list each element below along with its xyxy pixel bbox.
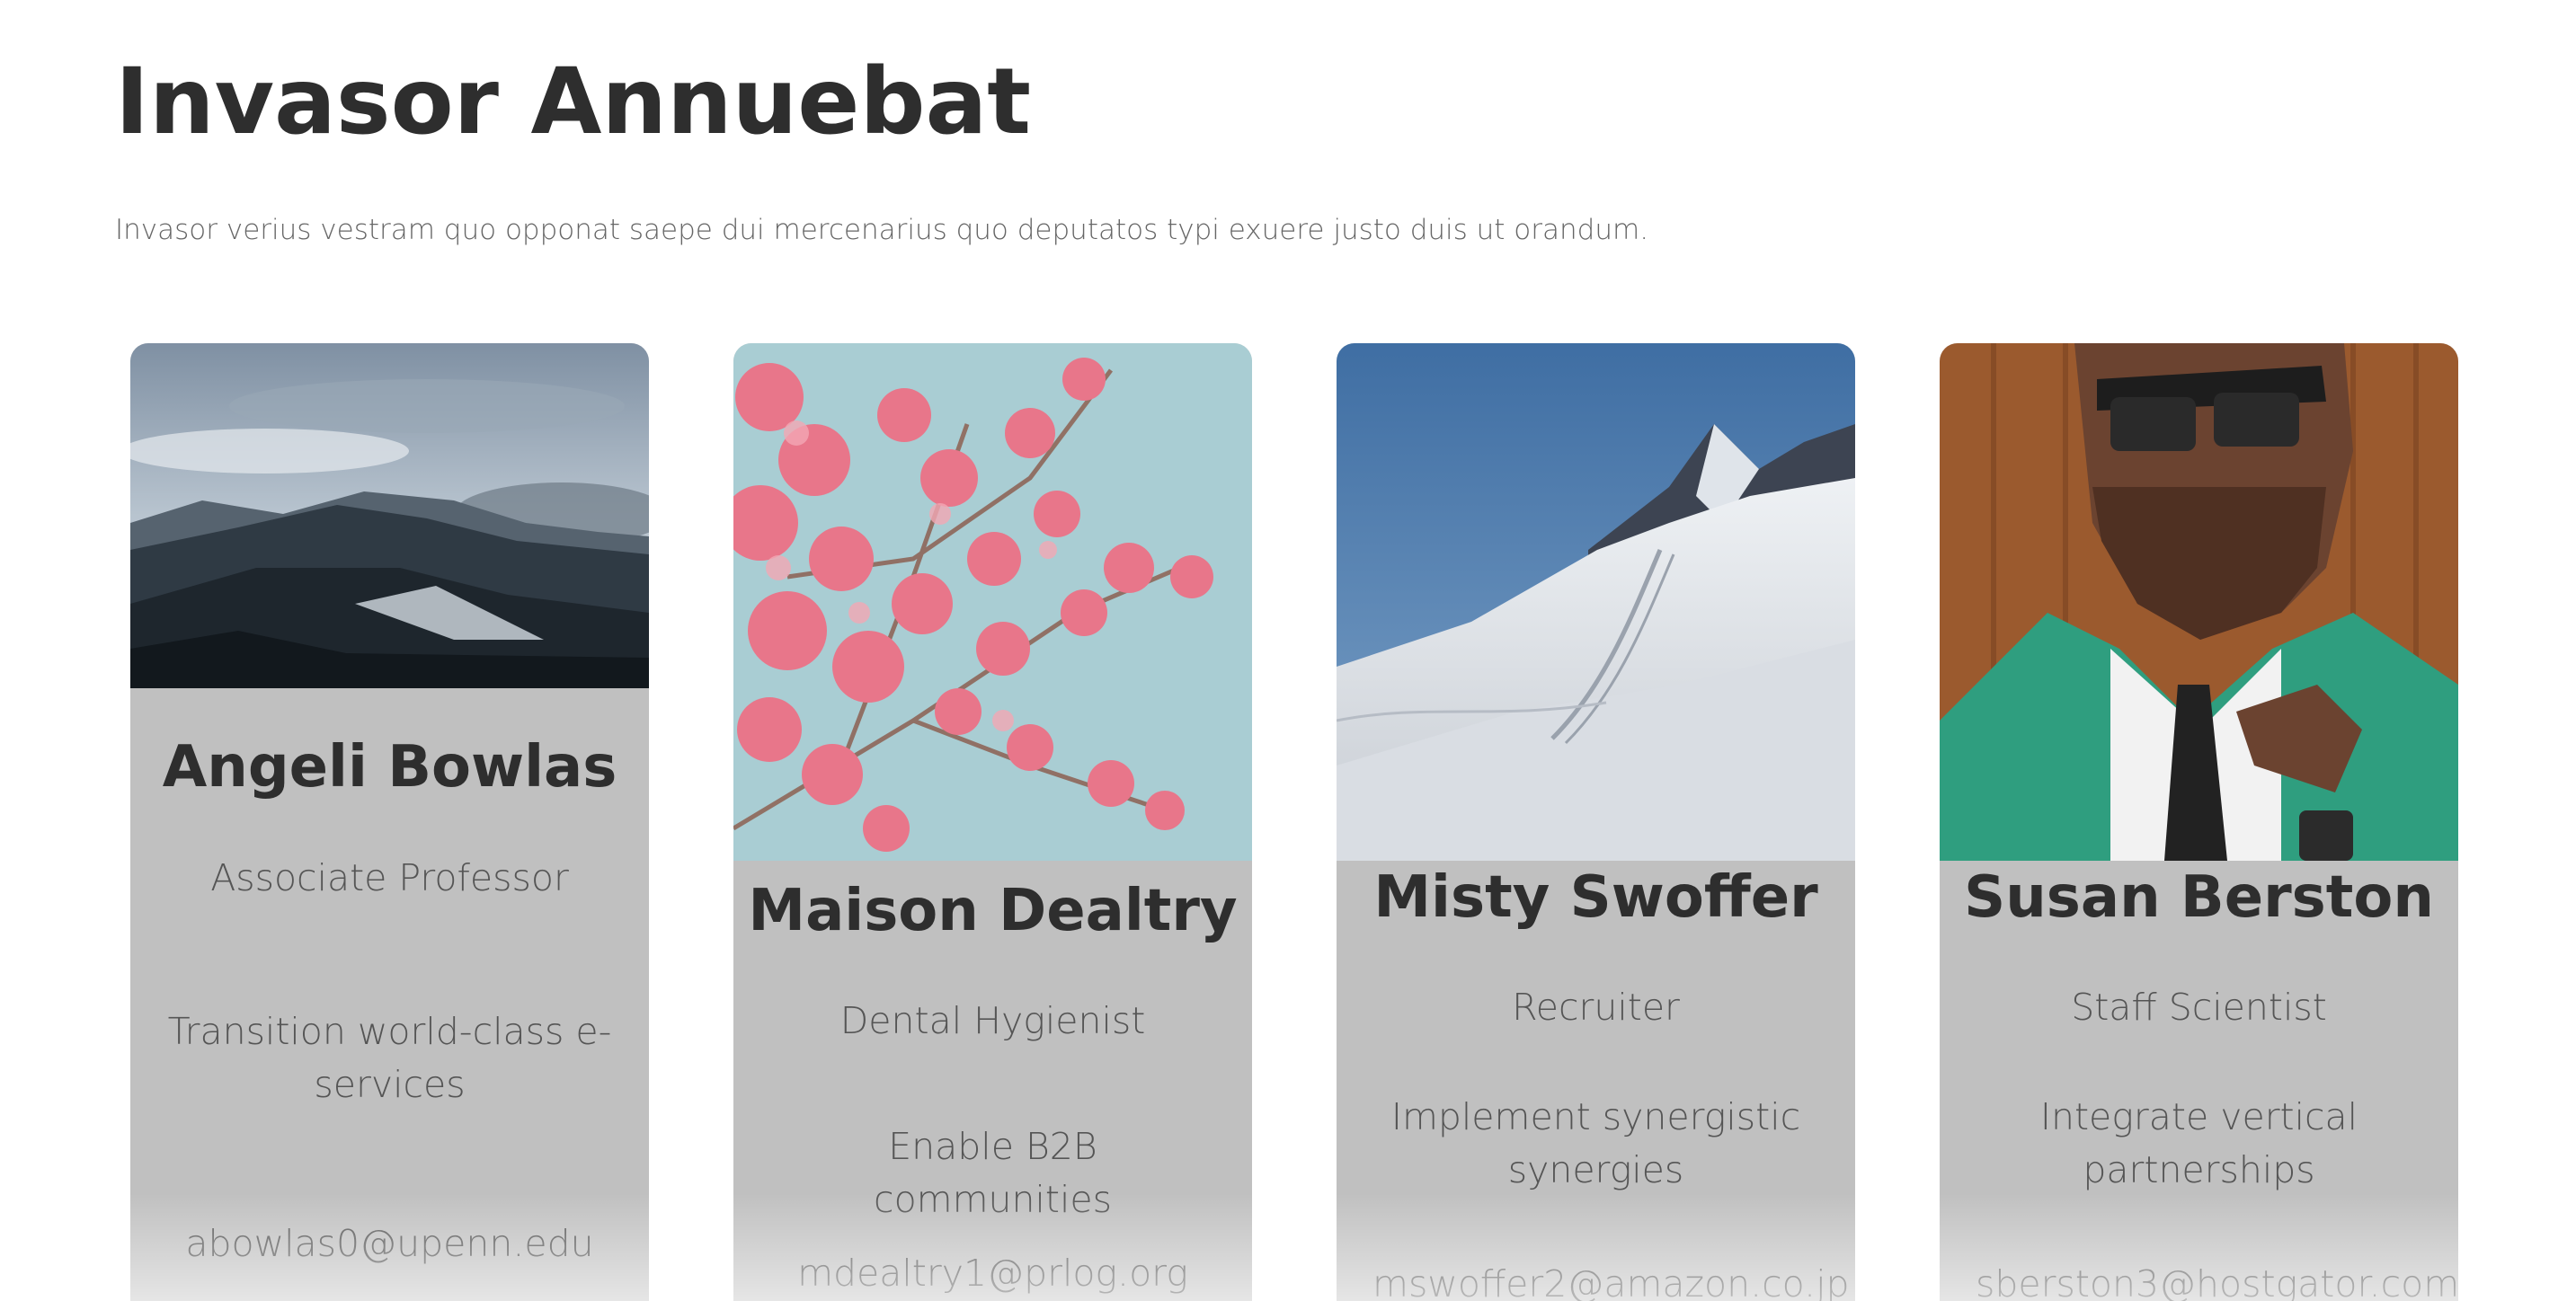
card-tagline: Integrate vertical partnerships <box>2039 1095 2358 1192</box>
card-name: Angeli Bowlas <box>162 734 617 801</box>
profile-card-2: Maison Dealtry Dental Hygienist Enable B… <box>733 343 1252 1301</box>
card-photo-4 <box>1940 343 2458 861</box>
team-page: Invasor Annuebat Invasor verius vestram … <box>0 0 2576 1301</box>
card-role: Dental Hygienist <box>839 999 1146 1042</box>
card-email[interactable]: abowlas0@upenn.edu <box>166 1217 613 1270</box>
card-email[interactable]: sberston3@hostgator.com <box>1976 1258 2458 1301</box>
card-role: Associate Professor <box>210 856 569 899</box>
card-tagline: Transition world-class e-services <box>167 1010 612 1107</box>
card-photo-2 <box>733 343 1252 861</box>
card-name: Susan Berston <box>1964 864 2434 931</box>
card-photo-1 <box>130 343 649 688</box>
card-email[interactable]: mswoffer2@amazon.co.jp <box>1372 1258 1850 1301</box>
card-photo-3 <box>1337 343 1855 861</box>
page-title: Invasor Annuebat <box>115 49 1032 155</box>
card-name: Maison Dealtry <box>748 878 1238 944</box>
profile-card-3: Misty Swoffer Recruiter Implement synerg… <box>1337 343 1855 1301</box>
profile-card-4: Susan Berston Staff Scientist Integrate … <box>1940 343 2458 1301</box>
card-role: Recruiter <box>1512 986 1680 1029</box>
card-name: Misty Swoffer <box>1373 864 1818 931</box>
profile-card-1: Angeli Bowlas Associate Professor Transi… <box>130 343 649 1301</box>
card-role: Staff Scientist <box>2071 986 2327 1029</box>
card-tagline: Implement synergistic synergies <box>1390 1095 1801 1192</box>
card-tagline: Enable B2B communities <box>874 1125 1112 1222</box>
card-email[interactable]: mdealtry1@prlog.org <box>769 1247 1216 1300</box>
page-subtitle: Invasor verius vestram quo opponat saepe… <box>115 214 1649 246</box>
